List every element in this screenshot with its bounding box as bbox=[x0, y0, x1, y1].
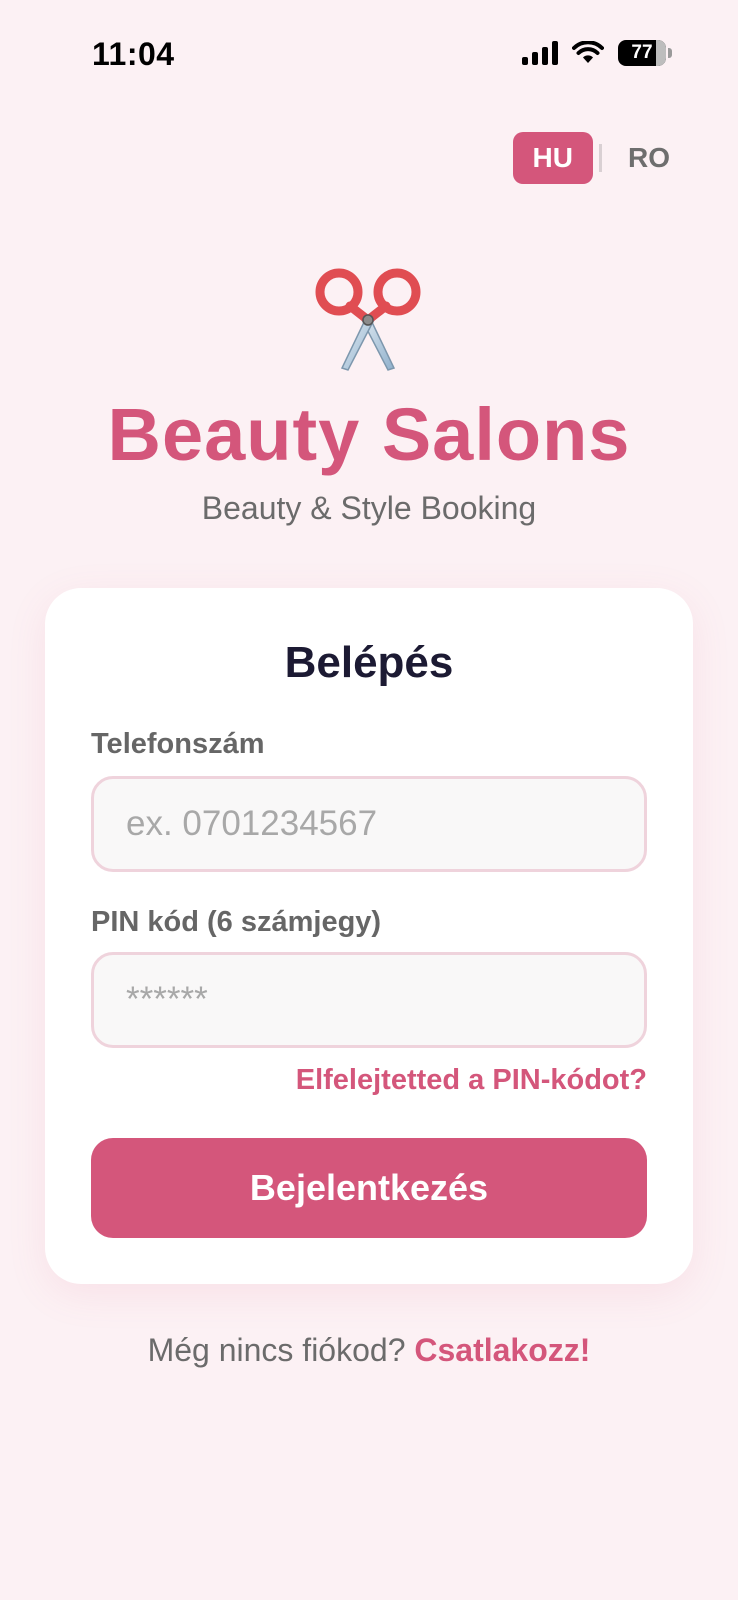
login-title: Belépés bbox=[284, 638, 454, 687]
forgot-pin-link[interactable]: Elfelejtetted a PIN-kódot? bbox=[296, 1064, 647, 1097]
login-card: Belépés Telefonszám PIN kód (6 számjegy)… bbox=[45, 588, 693, 1284]
signal-icon bbox=[522, 41, 558, 65]
battery-icon: 77 bbox=[618, 40, 666, 66]
battery-tip bbox=[668, 48, 672, 58]
status-time: 11:04 bbox=[92, 36, 175, 72]
brand-title: Beauty Salons bbox=[107, 393, 631, 476]
battery-level: 77 bbox=[631, 42, 653, 63]
pin-input[interactable] bbox=[91, 952, 647, 1048]
phone-input[interactable] bbox=[91, 776, 647, 872]
language-switch: HU RO bbox=[512, 132, 670, 184]
signup-prompt: Még nincs fiókod? bbox=[147, 1332, 415, 1368]
phone-label: Telefonszám bbox=[91, 728, 265, 760]
brand-subtitle: Beauty & Style Booking bbox=[201, 490, 537, 526]
status-bar: 11:04 77 bbox=[0, 0, 738, 110]
language-hu-button[interactable]: HU bbox=[512, 132, 593, 184]
login-button[interactable]: Bejelentkezés bbox=[91, 1138, 647, 1238]
pin-label: PIN kód (6 számjegy) bbox=[91, 906, 382, 938]
language-divider bbox=[599, 144, 602, 172]
status-icons: 77 bbox=[522, 40, 672, 66]
wifi-icon bbox=[572, 41, 604, 63]
scissors-icon bbox=[315, 268, 421, 371]
signup-row: Még nincs fiókod? Csatlakozz! bbox=[0, 1332, 738, 1369]
language-ro-button[interactable]: RO bbox=[608, 132, 670, 184]
signup-link[interactable]: Csatlakozz! bbox=[414, 1332, 590, 1368]
